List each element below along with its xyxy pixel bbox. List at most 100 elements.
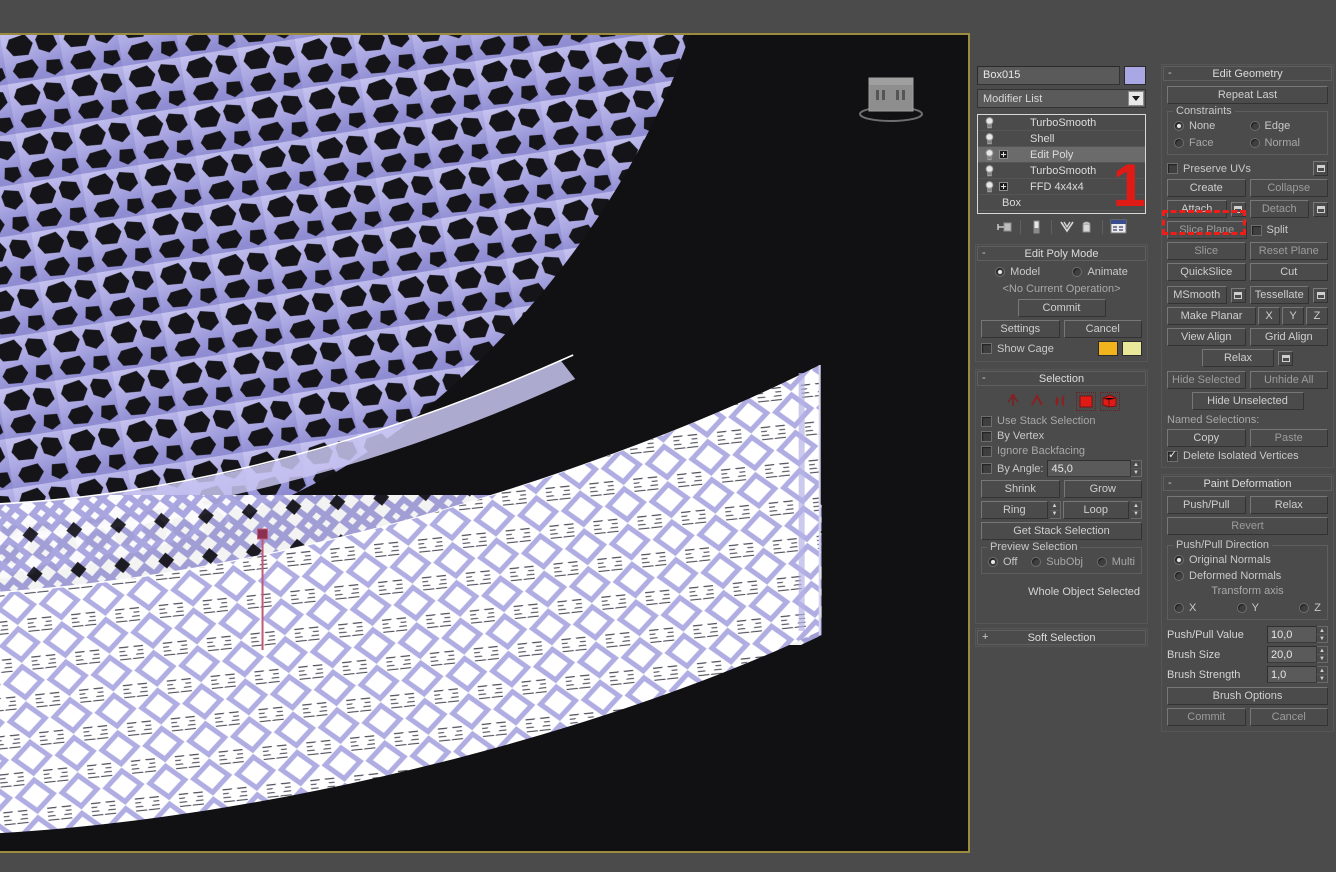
make-unique-icon[interactable] bbox=[1058, 218, 1076, 235]
cancel-button[interactable]: Cancel bbox=[1063, 320, 1142, 338]
attach-settings-icon[interactable] bbox=[1230, 201, 1246, 217]
hide-unselected-button[interactable]: Hide Unselected bbox=[1191, 392, 1304, 410]
loop-button[interactable]: Loop bbox=[1062, 501, 1129, 519]
constraint-edge-radio[interactable]: Edge bbox=[1249, 120, 1322, 132]
object-name-field[interactable]: Box015 bbox=[977, 66, 1120, 85]
rollout-toggle-glyph[interactable]: - bbox=[982, 371, 986, 386]
paint-cancel-button[interactable]: Cancel bbox=[1249, 708, 1328, 726]
ignore-backfacing-checkbox[interactable]: Ignore Backfacing bbox=[981, 445, 1085, 457]
preview-off-radio[interactable]: Off bbox=[988, 556, 1017, 568]
modifier-list-dropdown[interactable]: Modifier List bbox=[977, 89, 1146, 108]
mode-animate-radio[interactable]: Animate bbox=[1072, 266, 1128, 278]
configure-modifier-sets-icon[interactable] bbox=[1109, 218, 1127, 235]
border-icon[interactable] bbox=[1053, 393, 1071, 410]
relax-button[interactable]: Relax bbox=[1202, 349, 1274, 367]
preserve-uvs-checkbox[interactable]: Preserve UVs bbox=[1167, 163, 1309, 175]
push-pull-value-input[interactable] bbox=[1267, 626, 1317, 643]
modifier-stack-item[interactable]: FFD 4x4x4 bbox=[978, 179, 1145, 195]
spinner-arrows-icon[interactable]: ▲ ▼ bbox=[1317, 646, 1328, 663]
msmooth-button[interactable]: MSmooth bbox=[1167, 286, 1227, 304]
rollout-toggle-glyph[interactable]: - bbox=[1168, 476, 1172, 491]
rollout-toggle-glyph[interactable]: + bbox=[982, 630, 988, 645]
show-cage-checkbox[interactable]: Show Cage bbox=[981, 343, 1054, 355]
original-normals-radio[interactable]: Original Normals bbox=[1174, 554, 1321, 566]
push-pull-button[interactable]: Push/Pull bbox=[1167, 496, 1246, 514]
detach-settings-icon[interactable] bbox=[1313, 201, 1328, 217]
preserve-uvs-settings-icon[interactable] bbox=[1313, 161, 1328, 176]
vertex-icon[interactable] bbox=[1005, 393, 1023, 410]
push-pull-value-spinner[interactable]: ▲▼ bbox=[1267, 626, 1328, 643]
perspective-viewport[interactable] bbox=[0, 33, 970, 853]
constraint-face-radio[interactable]: Face bbox=[1174, 137, 1246, 149]
delete-isolated-vertices-checkbox[interactable]: Delete Isolated Vertices bbox=[1167, 449, 1299, 462]
detach-button[interactable]: Detach bbox=[1249, 200, 1309, 218]
expand-icon[interactable] bbox=[999, 182, 1008, 191]
rollout-toggle-glyph[interactable]: - bbox=[1168, 66, 1172, 81]
viewport-canvas[interactable] bbox=[0, 35, 968, 851]
paste-button[interactable]: Paste bbox=[1249, 429, 1328, 447]
chevron-down-icon[interactable] bbox=[1128, 91, 1144, 106]
cage-color-b-swatch[interactable] bbox=[1122, 341, 1142, 356]
cut-button[interactable]: Cut bbox=[1249, 263, 1328, 281]
spinner-arrows-icon[interactable]: ▲ ▼ bbox=[1317, 626, 1328, 643]
tessellate-button[interactable]: Tessellate bbox=[1249, 286, 1309, 304]
edit-poly-mode-header[interactable]: - Edit Poly Mode bbox=[977, 246, 1146, 261]
preview-multi-radio[interactable]: Multi bbox=[1096, 556, 1135, 568]
reset-plane-button[interactable]: Reset Plane bbox=[1249, 242, 1328, 260]
ring-spinner-icon[interactable]: ▲ ▼ bbox=[1049, 501, 1061, 519]
soft-selection-header[interactable]: + Soft Selection bbox=[977, 630, 1146, 645]
split-checkbox[interactable]: Split bbox=[1250, 224, 1329, 236]
remove-modifier-icon[interactable] bbox=[1078, 218, 1096, 235]
ring-button[interactable]: Ring bbox=[981, 501, 1048, 519]
grid-align-button[interactable]: Grid Align bbox=[1249, 328, 1328, 346]
unhide-all-button[interactable]: Unhide All bbox=[1249, 371, 1328, 389]
make-planar-button[interactable]: Make Planar bbox=[1167, 307, 1256, 325]
object-color-swatch[interactable] bbox=[1124, 66, 1146, 85]
tessellate-settings-icon[interactable] bbox=[1313, 287, 1328, 303]
edit-geometry-header[interactable]: - Edit Geometry bbox=[1163, 66, 1332, 81]
modifier-stack-item[interactable]: Shell bbox=[978, 131, 1145, 147]
paint-deformation-header[interactable]: - Paint Deformation bbox=[1163, 476, 1332, 491]
mode-model-radio[interactable]: Model bbox=[995, 266, 1040, 278]
commit-button[interactable]: Commit bbox=[1017, 299, 1106, 317]
shrink-button[interactable]: Shrink bbox=[981, 480, 1060, 498]
selection-header[interactable]: - Selection bbox=[977, 371, 1146, 386]
viewcube-widget[interactable] bbox=[856, 70, 926, 125]
use-stack-selection-checkbox[interactable]: Use Stack Selection bbox=[981, 415, 1095, 427]
loop-spinner-icon[interactable]: ▲ ▼ bbox=[1131, 501, 1142, 519]
paint-commit-button[interactable]: Commit bbox=[1167, 708, 1246, 726]
brush-size-spinner[interactable]: ▲▼ bbox=[1267, 646, 1328, 663]
edge-icon[interactable] bbox=[1029, 393, 1047, 410]
msmooth-settings-icon[interactable] bbox=[1230, 287, 1246, 303]
make-planar-x-button[interactable]: X bbox=[1258, 307, 1280, 325]
pin-stack-icon[interactable] bbox=[996, 218, 1014, 235]
create-button[interactable]: Create bbox=[1167, 179, 1246, 197]
hide-selected-button[interactable]: Hide Selected bbox=[1167, 371, 1246, 389]
slice-plane-button[interactable]: Slice Plane bbox=[1167, 221, 1247, 239]
cage-color-a-swatch[interactable] bbox=[1098, 341, 1118, 356]
brush-size-input[interactable] bbox=[1267, 646, 1317, 663]
by-angle-checkbox[interactable]: By Angle: bbox=[981, 463, 1043, 475]
spinner-arrows-icon[interactable]: ▲ ▼ bbox=[1317, 666, 1328, 683]
modifier-stack-item[interactable]: Edit Poly bbox=[978, 147, 1145, 163]
quickslice-button[interactable]: QuickSlice bbox=[1167, 263, 1246, 281]
make-planar-y-button[interactable]: Y bbox=[1282, 307, 1304, 325]
show-end-result-icon[interactable] bbox=[1027, 218, 1045, 235]
spinner-arrows-icon[interactable]: ▲ ▼ bbox=[1131, 460, 1142, 477]
constraint-normal-radio[interactable]: Normal bbox=[1249, 137, 1322, 149]
repeat-last-button[interactable]: Repeat Last bbox=[1167, 86, 1328, 104]
make-planar-z-button[interactable]: Z bbox=[1306, 307, 1328, 325]
view-align-button[interactable]: View Align bbox=[1167, 328, 1246, 346]
expand-icon[interactable] bbox=[999, 150, 1008, 159]
paint-relax-button[interactable]: Relax bbox=[1249, 496, 1328, 514]
collapse-button[interactable]: Collapse bbox=[1249, 179, 1328, 197]
modifier-stack-item[interactable]: Box bbox=[978, 195, 1145, 211]
by-angle-input[interactable] bbox=[1047, 460, 1131, 477]
by-angle-spinner[interactable]: ▲▼ bbox=[1047, 460, 1142, 477]
relax-settings-icon[interactable] bbox=[1278, 350, 1293, 366]
modifier-stack-item[interactable]: TurboSmooth bbox=[978, 115, 1145, 131]
copy-button[interactable]: Copy bbox=[1167, 429, 1246, 447]
polygon-icon[interactable] bbox=[1075, 391, 1096, 411]
constraint-none-radio[interactable]: None bbox=[1174, 120, 1246, 132]
revert-button[interactable]: Revert bbox=[1167, 517, 1328, 535]
